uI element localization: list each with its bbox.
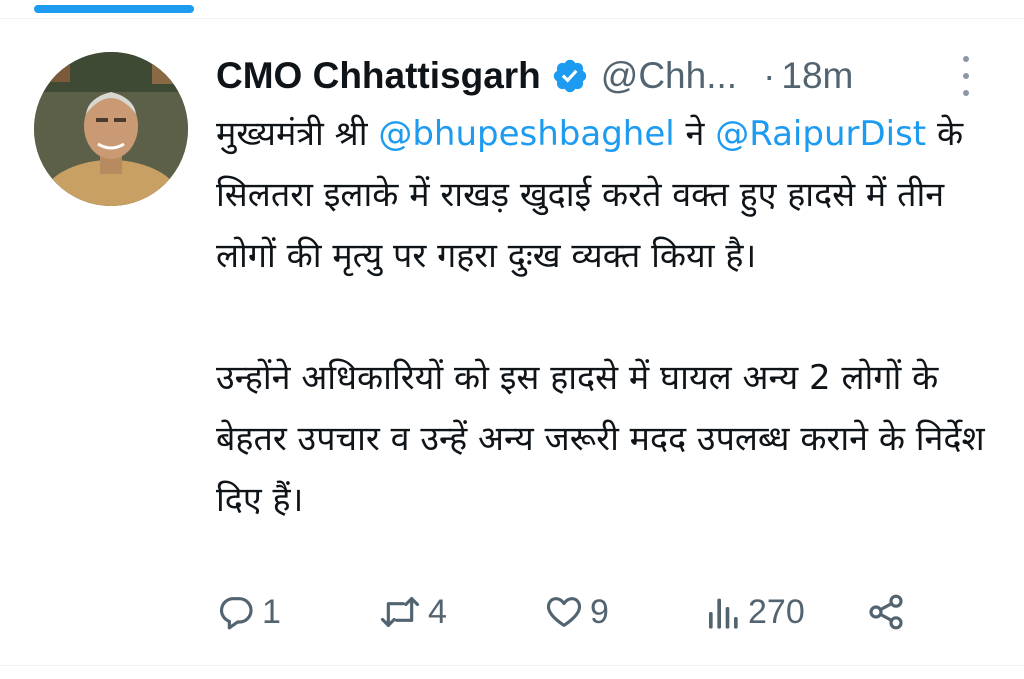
tweet-paragraph: मुख्यमंत्री श्री @bhupeshbaghel ने @Raip…: [216, 104, 1006, 287]
views-count: 270: [748, 592, 805, 631]
avatar[interactable]: [34, 52, 188, 206]
avatar-image: [34, 52, 188, 206]
share-icon: [869, 594, 903, 630]
retweet-count: 4: [428, 592, 447, 631]
tweet-paragraph: उन्होंने अधिकारियों को इस हादसे में घायल…: [216, 358, 985, 520]
text-segment: मुख्यमंत्री श्री: [216, 114, 379, 154]
tweet-header: CMO Chhattisgarh @Chh... · 18m: [216, 50, 853, 102]
handle[interactable]: @Chh...: [601, 55, 737, 97]
action-bar: 1 4 9 270: [216, 588, 916, 636]
reply-button[interactable]: 1: [216, 588, 281, 636]
more-vertical-icon[interactable]: [952, 54, 980, 98]
more-dot: [963, 90, 969, 96]
more-dot: [963, 56, 969, 62]
share-button[interactable]: [866, 588, 906, 636]
timestamp[interactable]: 18m: [781, 55, 853, 97]
heart-icon: [546, 597, 582, 627]
like-count: 9: [590, 592, 609, 631]
display-name[interactable]: CMO Chhattisgarh: [216, 55, 541, 97]
divider: [0, 18, 1024, 19]
comment-icon: [219, 597, 253, 630]
text-segment: ने: [674, 114, 716, 154]
more-dot: [963, 73, 969, 79]
analytics-icon: [709, 598, 738, 629]
mention-link[interactable]: @bhupeshbaghel: [378, 114, 674, 154]
verified-badge-icon: [551, 57, 589, 95]
mention-link[interactable]: @RaipurDist: [715, 114, 926, 154]
retweet-icon: [380, 597, 420, 627]
views-button[interactable]: 270: [706, 588, 805, 636]
dot-separator: ·: [763, 55, 776, 96]
divider: [0, 665, 1024, 666]
reply-count: 1: [262, 592, 281, 631]
retweet-button[interactable]: 4: [378, 588, 447, 636]
like-button[interactable]: 9: [544, 588, 609, 636]
tweet-text: मुख्यमंत्री श्री @bhupeshbaghel ने @Raip…: [216, 104, 1006, 531]
active-tab-indicator: [34, 5, 194, 13]
